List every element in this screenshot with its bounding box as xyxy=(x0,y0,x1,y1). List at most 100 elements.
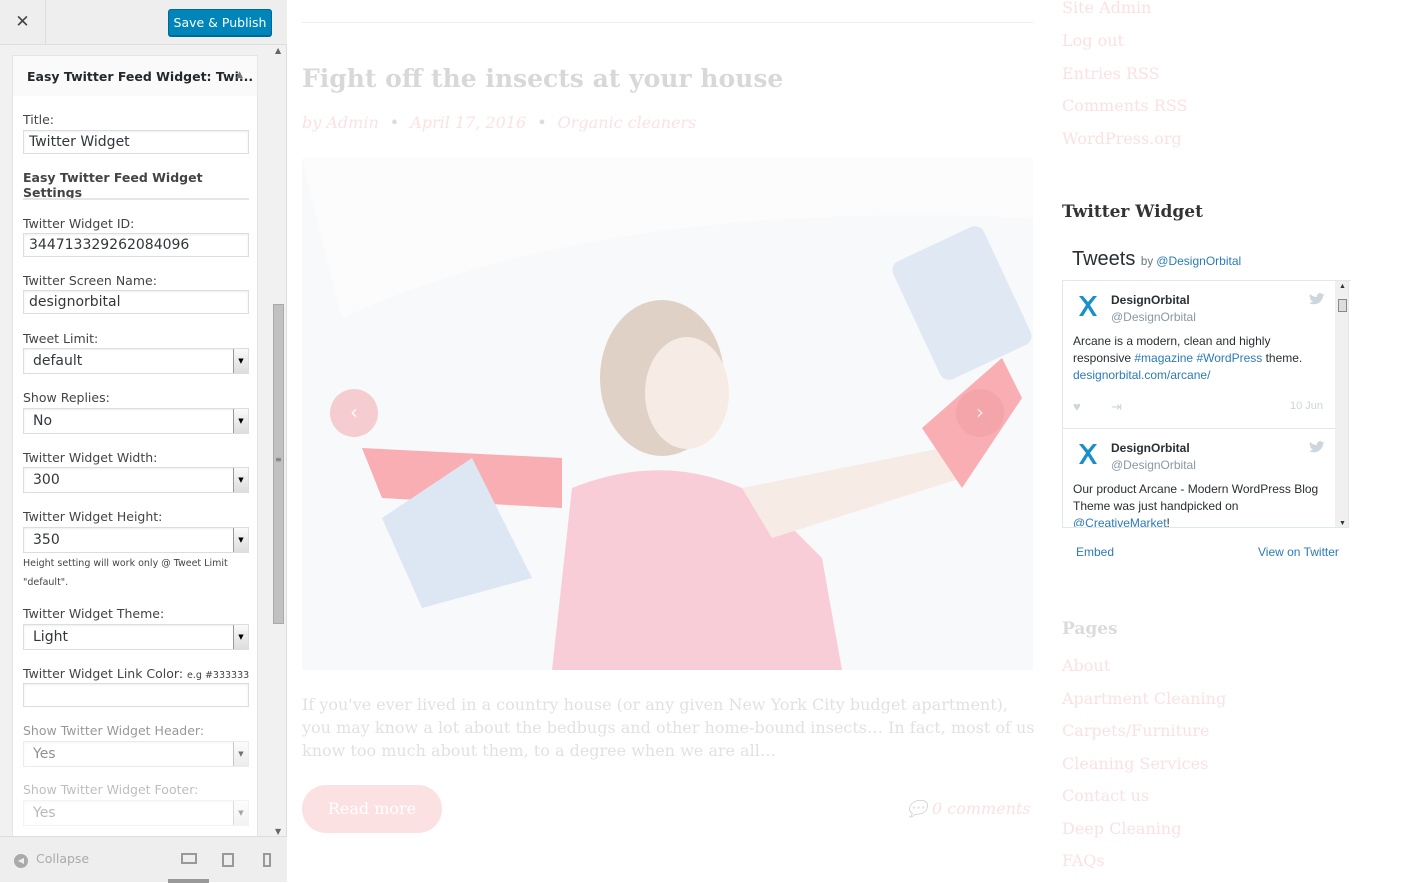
page-link-faqs[interactable]: FAQs xyxy=(1062,851,1105,870)
dropdown-arrow-icon[interactable]: ▼ xyxy=(233,625,248,649)
comments-count: 0 comments xyxy=(932,799,1031,818)
dropdown-arrow-icon[interactable]: ▼ xyxy=(233,349,248,373)
twitter-widget-heading: Twitter Widget xyxy=(1062,202,1203,222)
widget-id-input[interactable]: 344713329262084096 xyxy=(23,233,249,257)
scroll-up-icon[interactable]: ▲ xyxy=(1339,283,1346,290)
tweet-author-handle[interactable]: @DesignOrbital xyxy=(1111,310,1196,324)
settings-heading: Easy Twitter Feed Widget Settings xyxy=(23,170,203,200)
twitter-bird-icon[interactable] xyxy=(1309,292,1325,306)
tweet-url-link[interactable]: designorbital.com/arcane/ xyxy=(1073,368,1210,382)
timeline-header: Tweets by @DesignOrbital xyxy=(1062,240,1351,281)
dropdown-arrow-icon[interactable]: ▼ xyxy=(233,801,248,825)
page-link-about[interactable]: About xyxy=(1062,656,1110,675)
scroll-down-icon[interactable]: ▼ xyxy=(275,827,281,836)
theme-select[interactable]: Light ▼ xyxy=(23,624,249,650)
tweet-author-name[interactable]: DesignOrbital xyxy=(1111,441,1190,455)
customizer-footer: ◀ Collapse xyxy=(0,836,287,883)
share-icon[interactable]: ⇥ xyxy=(1111,399,1122,415)
show-replies-select[interactable]: No ▼ xyxy=(23,408,249,434)
timeline-handle-link[interactable]: @DesignOrbital xyxy=(1156,254,1241,268)
collapse-button[interactable]: ◀ Collapse xyxy=(14,851,89,868)
read-more-button[interactable]: Read more xyxy=(302,785,442,833)
page-link-carpets-furniture[interactable]: Carpets/Furniture xyxy=(1062,721,1210,740)
customizer-panel: ✕ Save & Publish Easy Twitter Feed Widge… xyxy=(0,0,287,883)
embed-link[interactable]: Embed xyxy=(1076,545,1114,559)
widget-accordion-header[interactable]: Easy Twitter Feed Widget: Twi... ▲ xyxy=(12,55,258,97)
tweet-author-handle[interactable]: @DesignOrbital xyxy=(1111,458,1196,472)
twitter-timeline: Tweets by @DesignOrbital DesignOrbital @… xyxy=(1062,240,1351,570)
tablet-preview-icon[interactable] xyxy=(222,853,234,867)
view-on-twitter-link[interactable]: View on Twitter xyxy=(1258,545,1339,559)
post-date[interactable]: April 17, 2016 xyxy=(410,113,526,132)
mention-link[interactable]: @CreativeMarket xyxy=(1073,516,1167,527)
meta-link-entries-rss[interactable]: Entries RSS xyxy=(1062,64,1160,83)
scrollbar-thumb[interactable]: ≡ xyxy=(273,304,284,624)
screen-name-input[interactable]: designorbital xyxy=(23,290,249,314)
timeline-scrollbar[interactable]: ▲ ▼ xyxy=(1335,281,1348,527)
panel-scrollbar[interactable]: ▲ ≡ ▼ xyxy=(271,46,286,836)
twitter-bird-icon[interactable] xyxy=(1309,440,1325,454)
dropdown-arrow-icon[interactable]: ▼ xyxy=(233,468,248,492)
tweet-author-name[interactable]: DesignOrbital xyxy=(1111,293,1190,307)
show-footer-label: Show Twitter Widget Footer: xyxy=(23,782,199,797)
scroll-down-icon[interactable]: ▼ xyxy=(1339,520,1346,527)
page-link-deep-cleaning[interactable]: Deep Cleaning xyxy=(1062,819,1181,838)
slider-next-arrow-icon[interactable]: › xyxy=(956,389,1004,437)
tweet-limit-select[interactable]: default ▼ xyxy=(23,348,249,374)
designorbital-logo-icon[interactable] xyxy=(1074,293,1100,319)
caret-up-icon[interactable]: ▲ xyxy=(236,70,243,80)
divider xyxy=(302,22,1033,23)
tweet: DesignOrbital @DesignOrbital Arcane is a… xyxy=(1063,281,1335,429)
hashtag-link[interactable]: #WordPress xyxy=(1196,351,1262,365)
show-header-value: Yes xyxy=(33,746,56,762)
link-color-input[interactable] xyxy=(23,683,249,707)
scroll-up-icon[interactable]: ▲ xyxy=(275,46,281,55)
height-select[interactable]: 350 ▼ xyxy=(23,527,249,553)
slider-prev-arrow-icon[interactable]: ‹ xyxy=(330,389,378,437)
comments-link[interactable]: 💬 0 comments xyxy=(907,799,1031,818)
hashtag-link[interactable]: #magazine xyxy=(1134,351,1193,365)
show-footer-select[interactable]: Yes ▼ xyxy=(23,800,249,826)
tweet-date[interactable]: 10 Jun xyxy=(1290,400,1323,412)
meta-link-log-out[interactable]: Log out xyxy=(1062,31,1124,50)
timeline-tweets[interactable]: DesignOrbital @DesignOrbital Arcane is a… xyxy=(1062,281,1349,528)
tweet-text: Our product Arcane - Modern WordPress Bl… xyxy=(1073,481,1328,528)
tweet-limit-value: default xyxy=(33,353,83,369)
tweet-text-body: Our product Arcane - Modern WordPress Bl… xyxy=(1073,482,1319,513)
page-link-apartment-cleaning[interactable]: Apartment Cleaning xyxy=(1062,689,1226,708)
widget-title: Easy Twitter Feed Widget: Twi... xyxy=(27,69,254,84)
like-heart-icon[interactable]: ♥ xyxy=(1073,399,1081,414)
cleaning-woman-illustration xyxy=(302,158,1033,670)
tweet-text: Arcane is a modern, clean and highly res… xyxy=(1073,333,1328,384)
height-value: 350 xyxy=(33,532,60,548)
mobile-preview-icon[interactable] xyxy=(263,853,271,867)
close-icon[interactable]: ✕ xyxy=(0,0,46,45)
meta-link-wordpress-org[interactable]: WordPress.org xyxy=(1062,129,1182,148)
timeline-title-text: Tweets xyxy=(1072,248,1136,270)
page-link-cleaning-services[interactable]: Cleaning Services xyxy=(1062,754,1208,773)
dropdown-arrow-icon[interactable]: ▼ xyxy=(233,742,248,766)
width-select[interactable]: 300 ▼ xyxy=(23,467,249,493)
show-header-select[interactable]: Yes ▼ xyxy=(23,741,249,767)
theme-value: Light xyxy=(33,629,68,645)
dropdown-arrow-icon[interactable]: ▼ xyxy=(233,409,248,433)
desktop-preview-icon[interactable] xyxy=(181,853,197,864)
customizer-scroll-area[interactable]: Easy Twitter Feed Widget: Twi... ▲ Title… xyxy=(0,46,287,836)
post-category[interactable]: Organic cleaners xyxy=(558,113,697,132)
page-link-contact-us[interactable]: Contact us xyxy=(1062,786,1149,805)
meta-link-comments-rss[interactable]: Comments RSS xyxy=(1062,96,1187,115)
widget-id-label: Twitter Widget ID: xyxy=(23,216,135,231)
timeline-scrollbar-thumb[interactable] xyxy=(1338,299,1347,312)
width-label: Twitter Widget Width: xyxy=(23,450,158,465)
show-replies-label: Show Replies: xyxy=(23,390,110,405)
post-title[interactable]: Fight off the insects at your house xyxy=(302,64,783,93)
post-author[interactable]: by Admin xyxy=(302,113,379,132)
designorbital-logo-icon[interactable] xyxy=(1074,441,1100,467)
widget-settings-form: Title: Twitter Widget Easy Twitter Feed … xyxy=(12,96,258,836)
meta-link-site-admin[interactable]: Site Admin xyxy=(1062,0,1151,17)
grip-icon: ≡ xyxy=(275,455,282,464)
tweet-text-end: ! xyxy=(1166,516,1170,528)
title-input[interactable]: Twitter Widget xyxy=(23,130,249,154)
save-publish-button[interactable]: Save & Publish xyxy=(168,9,272,36)
dropdown-arrow-icon[interactable]: ▼ xyxy=(233,528,248,552)
